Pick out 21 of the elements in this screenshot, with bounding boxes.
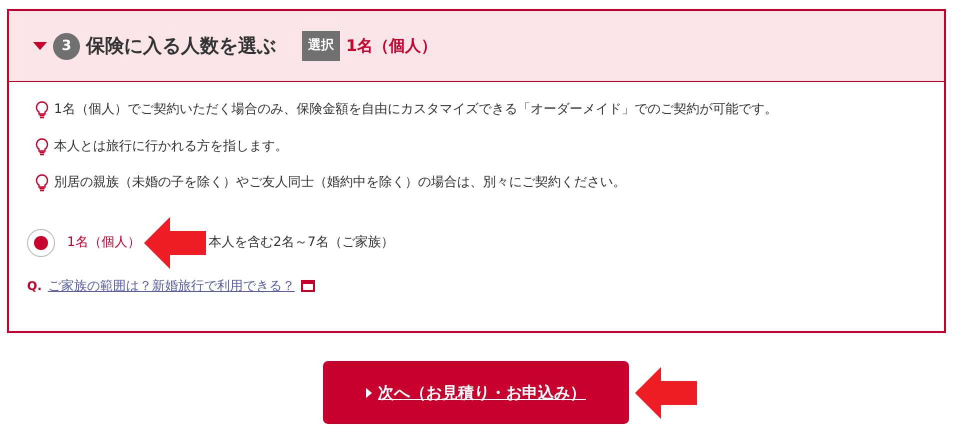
- step-number: 3: [53, 32, 80, 60]
- radio-button[interactable]: [27, 228, 55, 256]
- selected-value: 1名（個人）: [346, 35, 438, 57]
- arrow-annotation-icon: [144, 216, 206, 268]
- note-text: 別居の親族（未婚の子を除く）やご友人同士（婚約中を除く）の場合は、別々にご契約ください。: [54, 174, 626, 192]
- lightbulb-icon: [35, 174, 49, 192]
- new-window-icon: [300, 280, 315, 292]
- section-header[interactable]: 3 保険に入る人数を選ぶ 選択 1名（個人）: [9, 11, 944, 82]
- note-text: 本人とは旅行に行かれる方を指します。: [54, 138, 288, 156]
- arrow-annotation-icon: [635, 366, 697, 418]
- question-mark: Q.: [27, 278, 42, 296]
- faq-link[interactable]: ご家族の範囲は？新婚旅行で利用できる？: [48, 276, 295, 296]
- option-label[interactable]: 1名（個人）: [67, 232, 140, 252]
- lightbulb-icon: [35, 138, 49, 156]
- note-text: 1名（個人）でご契約いただく場合のみ、保険金額を自由にカスタマイズできる「オーダーメイド」でのご契約が可能です。: [54, 101, 778, 119]
- play-icon: [366, 388, 372, 398]
- section-title: 保険に入る人数を選ぶ: [86, 34, 276, 59]
- option-label[interactable]: 本人を含む2名～7名（ご家族）: [208, 232, 394, 252]
- next-button[interactable]: 次へ（お見積り・お申込み）: [323, 361, 629, 424]
- status-badge: 選択: [302, 31, 340, 61]
- lightbulb-icon: [35, 101, 49, 119]
